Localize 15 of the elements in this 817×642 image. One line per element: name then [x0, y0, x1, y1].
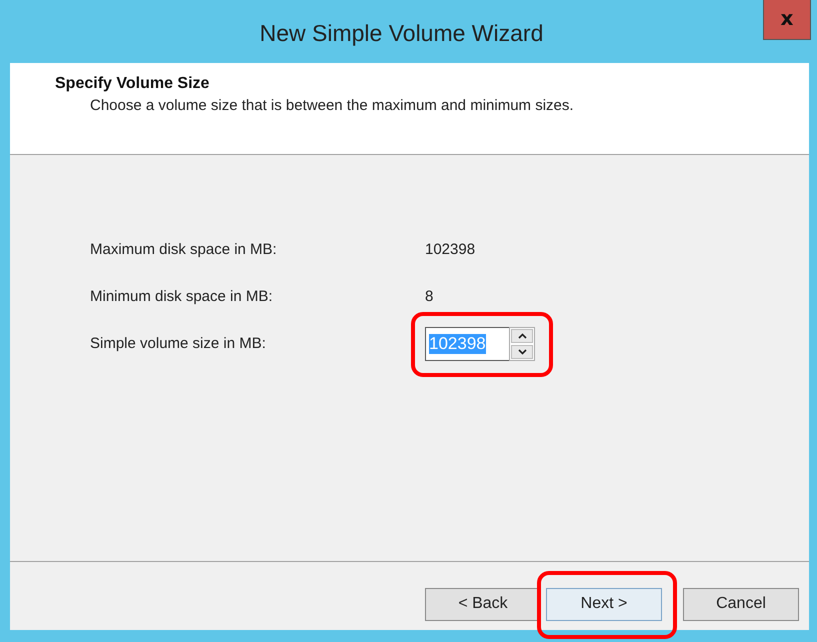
- caret-down-icon: [518, 348, 526, 354]
- window-title: New Simple Volume Wizard: [258, 20, 544, 47]
- spin-down-button[interactable]: [511, 344, 533, 358]
- wizard-button[interactable]: Next >: [546, 588, 662, 620]
- wizard-button[interactable]: Cancel: [683, 588, 799, 620]
- caret-up-icon: [518, 332, 526, 338]
- spin-up-button[interactable]: [511, 328, 533, 342]
- page-description: Choose a volume size that is between the maximum and minimum sizes.: [90, 97, 575, 114]
- field-label: Simple volume size in MB:: [90, 335, 267, 352]
- field-label: Minimum disk space in MB:: [90, 288, 274, 305]
- close-button[interactable]: x: [763, 0, 811, 40]
- page-heading: Specify Volume Size: [55, 75, 210, 93]
- field-label: Maximum disk space in MB:: [90, 241, 278, 258]
- field-value: 8: [425, 288, 434, 305]
- field-value: 102398: [425, 241, 476, 258]
